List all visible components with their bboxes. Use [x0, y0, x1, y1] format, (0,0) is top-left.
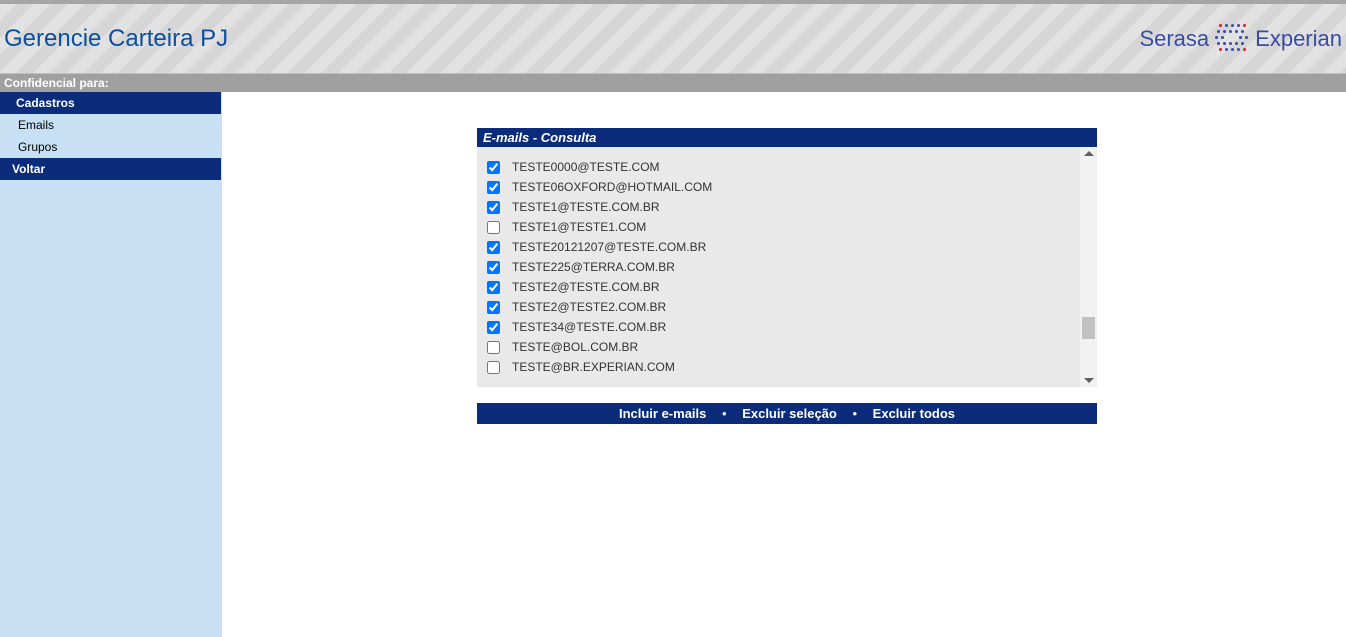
logo-text-serasa: Serasa: [1139, 26, 1209, 52]
confidential-label: Confidencial para:: [4, 76, 109, 90]
panel-title: E-mails - Consulta: [477, 128, 1097, 147]
email-row: TESTE1@TESTE1.COM: [487, 217, 1070, 237]
email-checkbox[interactable]: [487, 361, 500, 374]
sidebar-item-label: Grupos: [18, 140, 57, 154]
email-list: TESTE0000@TESTE.COM TESTE06OXFORD@HOTMAIL…: [477, 147, 1080, 387]
email-checkbox[interactable]: [487, 161, 500, 174]
scroll-thumb[interactable]: [1082, 317, 1095, 339]
separator-dot-icon: •: [852, 406, 857, 421]
email-row: TESTE20121207@TESTE.COM.BR: [487, 237, 1070, 257]
email-checkbox[interactable]: [487, 241, 500, 254]
sidebar-item-label: Voltar: [12, 162, 45, 176]
email-checkbox[interactable]: [487, 201, 500, 214]
emails-panel: E-mails - Consulta TESTE0000@TESTE.COMTE…: [477, 128, 1097, 424]
email-address: TESTE225@TERRA.COM.BR: [512, 260, 675, 274]
brand-logo: Serasa Experian: [1139, 22, 1342, 56]
header-bar: Gerencie Carteira PJ Serasa: [0, 4, 1346, 74]
email-row: TESTE2@TESTE.COM.BR: [487, 277, 1070, 297]
scroll-arrow-down-icon[interactable]: [1084, 378, 1094, 383]
email-checkbox[interactable]: [487, 261, 500, 274]
layout: Cadastros Emails Grupos Voltar E-mails -…: [0, 92, 1346, 637]
action-exclude-selection[interactable]: Excluir seleção: [742, 406, 837, 421]
email-row: TESTE0000@TESTE.COM: [487, 157, 1070, 177]
email-checkbox[interactable]: [487, 341, 500, 354]
confidential-bar: Confidencial para:: [0, 74, 1346, 92]
email-row: TESTE06OXFORD@HOTMAIL.COM: [487, 177, 1070, 197]
sidebar-item-cadastros[interactable]: Cadastros: [0, 92, 221, 114]
sidebar-item-label: Cadastros: [16, 96, 75, 110]
content-area: E-mails - Consulta TESTE0000@TESTE.COMTE…: [222, 92, 1346, 637]
sidebar-item-grupos[interactable]: Grupos: [0, 136, 221, 158]
email-address: TESTE@BOL.COM.BR: [512, 340, 638, 354]
email-address: TESTE1@TESTE.COM.BR: [512, 200, 660, 214]
scroll-arrow-up-icon[interactable]: [1084, 151, 1094, 156]
email-row: TESTE@BOL.COM.BR: [487, 337, 1070, 357]
email-row: TESTE2@TESTE2.COM.BR: [487, 297, 1070, 317]
sidebar-item-voltar[interactable]: Voltar: [0, 158, 221, 180]
email-address: TESTE20121207@TESTE.COM.BR: [512, 240, 706, 254]
email-address: TESTE34@TESTE.COM.BR: [512, 320, 666, 334]
email-row: TESTE@BR.EXPERIAN.COM: [487, 357, 1070, 377]
sidebar: Cadastros Emails Grupos Voltar: [0, 92, 222, 637]
email-address: TESTE2@TESTE2.COM.BR: [512, 300, 666, 314]
email-checkbox[interactable]: [487, 281, 500, 294]
email-checkbox[interactable]: [487, 221, 500, 234]
logo-text-experian: Experian: [1255, 26, 1342, 52]
action-include-emails[interactable]: Incluir e-mails: [619, 406, 706, 421]
email-row: TESTE34@TESTE.COM.BR: [487, 317, 1070, 337]
email-row: TESTE1@TESTE.COM.BR: [487, 197, 1070, 217]
email-address: TESTE@BR.EXPERIAN.COM: [512, 360, 675, 374]
separator-dot-icon: •: [722, 406, 727, 421]
email-list-container: TESTE0000@TESTE.COM TESTE06OXFORD@HOTMAIL…: [477, 147, 1097, 387]
email-address: TESTE2@TESTE.COM.BR: [512, 280, 660, 294]
email-address: TESTE1@TESTE1.COM: [512, 220, 646, 234]
scrollbar: [1080, 147, 1097, 387]
sidebar-item-label: Emails: [18, 118, 54, 132]
email-checkbox[interactable]: [487, 321, 500, 334]
actions-bar: Incluir e-mails • Excluir seleção • Excl…: [477, 403, 1097, 424]
logo-dots-icon: [1215, 22, 1249, 56]
email-address: TESTE0000@TESTE.COM: [512, 160, 660, 174]
page-title: Gerencie Carteira PJ: [4, 25, 228, 53]
action-exclude-all[interactable]: Excluir todos: [873, 406, 955, 421]
email-checkbox[interactable]: [487, 301, 500, 314]
email-address: TESTE06OXFORD@HOTMAIL.COM: [512, 180, 712, 194]
email-row: TESTE225@TERRA.COM.BR: [487, 257, 1070, 277]
email-checkbox[interactable]: [487, 181, 500, 194]
actions-gap: [477, 387, 1097, 403]
sidebar-item-emails[interactable]: Emails: [0, 114, 221, 136]
